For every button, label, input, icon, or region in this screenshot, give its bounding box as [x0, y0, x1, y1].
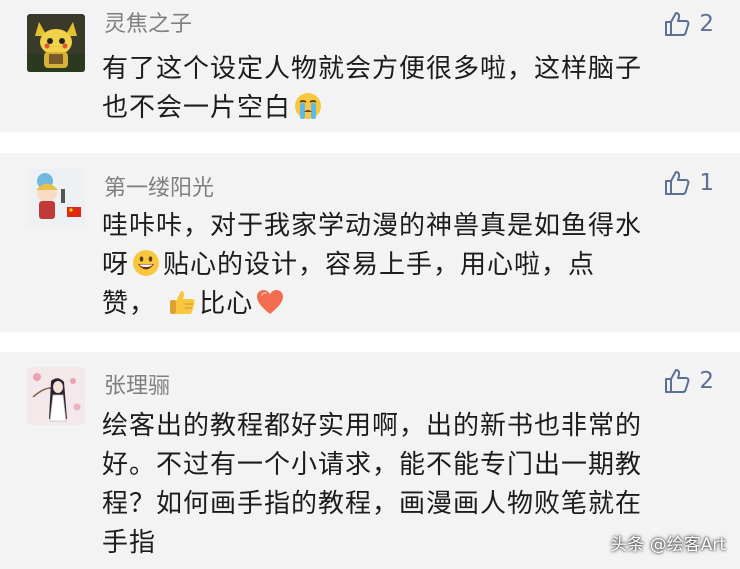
comment-author[interactable]: 第一缕阳光	[104, 170, 214, 202]
like-count: 1	[699, 170, 714, 196]
watermark: 头条 @绘客Art	[610, 535, 726, 555]
red-heart-emoji	[257, 290, 284, 314]
thumbs-up-emoji	[170, 291, 195, 314]
comment-line: 也不会一片空白	[102, 93, 292, 123]
comment-text: 有了这个设定人物就会方便很多啦，这样脑子 也不会一片空白	[102, 50, 722, 128]
comment-line: 绘客出的教程都好实用啊，出的新书也非常的	[102, 411, 643, 441]
avatar[interactable]	[27, 169, 85, 227]
thumbs-up-icon	[665, 12, 690, 36]
avatar[interactable]	[27, 14, 85, 72]
comment-line: 赞，	[102, 289, 157, 319]
comment-line: 好。不过有一个小请求，能不能专门出一期教	[102, 450, 643, 480]
comment-text: 哇咔咔，对于我家学动漫的神兽真是如鱼得水 呀 贴心的设计，容易上手，用心啦，点 …	[102, 207, 722, 324]
grinning-face-emoji	[133, 250, 160, 276]
thumbs-up-icon	[665, 369, 690, 393]
like-button[interactable]: 2	[663, 366, 714, 396]
comment-line: 哇咔咔，对于我家学动漫的神兽真是如鱼得水	[102, 211, 643, 241]
avatar[interactable]	[27, 367, 85, 425]
comment-author[interactable]: 张理骊	[104, 368, 170, 400]
comment-card: 第一缕阳光 1 哇咔咔，对于我家学动漫的神兽真是如鱼得水 呀 贴心的设计，容易上…	[0, 153, 740, 332]
comment-line: 程？如何画手指的教程，画漫画人物败笔就在	[102, 489, 643, 519]
like-button[interactable]: 1	[663, 168, 714, 198]
comment-line: 呀	[102, 250, 130, 280]
comment-line: 有了这个设定人物就会方便很多啦，这样脑子	[102, 54, 643, 84]
crying-face-emoji	[295, 93, 322, 119]
like-count: 2	[699, 11, 714, 37]
comment-line: 贴心的设计，容易上手，用心啦，点	[163, 250, 596, 280]
comment-card: 灵焦之子 2 有了这个设定人物就会方便很多啦，这样脑子 也不会一片空白	[0, 0, 740, 132]
thumbs-up-icon	[665, 171, 690, 195]
like-count: 2	[699, 368, 714, 394]
comment-author[interactable]: 灵焦之子	[104, 6, 192, 38]
like-button[interactable]: 2	[663, 9, 714, 39]
comment-line: 比心	[199, 289, 254, 319]
